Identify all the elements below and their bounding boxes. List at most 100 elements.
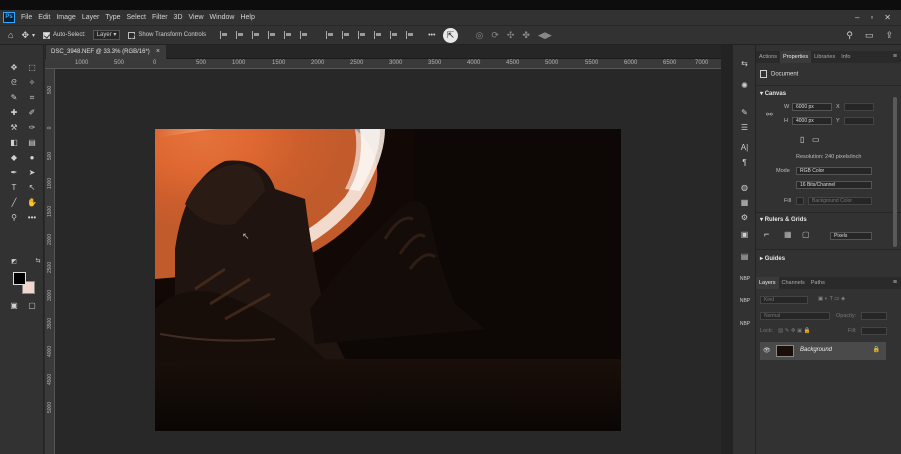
- nbp-action-label[interactable]: NBP: [737, 321, 753, 327]
- panel-collapse-strip[interactable]: [721, 45, 733, 454]
- nbp-action-label[interactable]: NBP: [737, 298, 753, 304]
- lock-icons[interactable]: ▨ ✎ ✥ ▣ 🔒: [778, 328, 811, 334]
- horizontal-ruler[interactable]: 1000 500 0 500 1000 1500 2000 2500 3000 …: [45, 59, 721, 69]
- history-icon[interactable]: ⇆: [738, 59, 751, 69]
- menu-image[interactable]: Image: [56, 14, 75, 21]
- filter-icons[interactable]: ▣ ◐ T ▭ ◈: [818, 296, 845, 302]
- search-icon[interactable]: ⚲: [846, 30, 853, 41]
- menu-type[interactable]: Type: [105, 14, 120, 21]
- 3d-roll-icon[interactable]: ⟳: [491, 30, 499, 41]
- default-colors-icon[interactable]: ◩: [8, 257, 20, 267]
- swap-colors-icon[interactable]: ⇆: [32, 256, 44, 266]
- distribute-middle-icon[interactable]: [342, 31, 350, 39]
- pop-out-icon[interactable]: ⇱: [443, 28, 458, 43]
- navigator-icon[interactable]: ▣: [738, 230, 751, 240]
- edit-toolbar-icon[interactable]: •••: [26, 213, 38, 223]
- restore-icon[interactable]: ▫: [870, 13, 873, 22]
- eyedropper-icon[interactable]: ✎: [8, 93, 20, 103]
- layer-row-background[interactable]: 👁 Background 🔒: [760, 342, 886, 360]
- more-options-button[interactable]: •••: [428, 32, 435, 39]
- visibility-eye-icon[interactable]: 👁: [763, 347, 771, 354]
- close-document-icon[interactable]: ×: [156, 45, 160, 59]
- clone-stamp-icon[interactable]: ⚒: [8, 123, 20, 133]
- vertical-ruler[interactable]: 500 0 500 1000 1500 2000 2500 3000 3500 …: [45, 69, 55, 454]
- landscape-orientation-icon[interactable]: ▭: [812, 135, 820, 144]
- tab-actions[interactable]: Actions: [756, 51, 780, 63]
- magic-wand-icon[interactable]: ✧: [26, 78, 38, 88]
- distribute-bottom-icon[interactable]: [358, 31, 366, 39]
- layer-kind-filter[interactable]: Kind: [760, 296, 808, 304]
- fill-dropdown[interactable]: Background Color: [808, 197, 872, 205]
- brush-settings-icon[interactable]: ✎: [738, 108, 751, 118]
- menu-help[interactable]: Help: [240, 14, 254, 21]
- tab-info[interactable]: Info: [838, 51, 853, 63]
- grid-toggle-icon[interactable]: ▦: [784, 230, 792, 239]
- character-icon[interactable]: A|: [738, 143, 751, 153]
- pen-tool-icon[interactable]: ✒: [8, 168, 20, 178]
- menu-3d[interactable]: 3D: [174, 14, 183, 21]
- transform-controls-checkbox[interactable]: [128, 31, 136, 39]
- 3d-pan-icon[interactable]: ✣: [507, 30, 515, 41]
- gradients-icon[interactable]: ▦: [738, 198, 751, 208]
- distribute-left-icon[interactable]: [374, 31, 382, 39]
- direct-select-icon[interactable]: ↖: [26, 183, 38, 193]
- blend-mode-dropdown[interactable]: Normal: [760, 312, 830, 320]
- align-middle-icon[interactable]: [284, 31, 292, 39]
- 3d-orbit-icon[interactable]: ◎: [475, 30, 483, 41]
- line-tool-icon[interactable]: ╱: [8, 198, 20, 208]
- marquee-tool-icon[interactable]: ⬚: [26, 63, 38, 73]
- nbp-action-label[interactable]: NBP: [737, 276, 753, 282]
- swatches-icon[interactable]: ◍: [738, 183, 751, 193]
- y-field[interactable]: [844, 117, 874, 125]
- menu-view[interactable]: View: [189, 14, 204, 21]
- patterns-icon[interactable]: ⚙: [738, 213, 751, 223]
- tab-paths[interactable]: Paths: [808, 277, 828, 289]
- document-tab[interactable]: DSC_3948.NEF @ 33.3% (RGB/16*) ×: [46, 45, 166, 59]
- dodge-tool-icon[interactable]: ●: [26, 153, 38, 163]
- menu-file[interactable]: File: [21, 14, 32, 21]
- brush-tool-icon[interactable]: ✐: [26, 108, 38, 118]
- guides-section-title[interactable]: ▸ Guides: [760, 255, 785, 262]
- blur-tool-icon[interactable]: ◆: [8, 153, 20, 163]
- crop-tool-icon[interactable]: ⌗: [26, 93, 38, 103]
- align-right-icon[interactable]: [252, 31, 260, 39]
- properties-scrollbar[interactable]: [893, 97, 897, 247]
- history-brush-icon[interactable]: ✑: [26, 123, 38, 133]
- menu-layer[interactable]: Layer: [82, 14, 100, 21]
- 3d-scale-icon[interactable]: ◀▶: [538, 30, 552, 41]
- minimize-icon[interactable]: –: [855, 13, 859, 22]
- align-top-icon[interactable]: [268, 31, 276, 39]
- share-icon[interactable]: ⇪: [885, 30, 893, 41]
- distribute-top-icon[interactable]: [326, 31, 334, 39]
- auto-select-dropdown[interactable]: Layer ▾: [92, 30, 121, 40]
- zoom-tool-icon[interactable]: ⚲: [8, 213, 20, 223]
- close-icon[interactable]: ✕: [884, 13, 891, 22]
- panel-menu-icon[interactable]: ≡: [893, 51, 897, 63]
- info-icon[interactable]: ▤: [738, 252, 751, 262]
- opacity-field[interactable]: [861, 312, 887, 320]
- gradient-icon[interactable]: ▤: [26, 138, 38, 148]
- paragraph-icon[interactable]: ¶: [738, 158, 751, 168]
- adjustments-icon[interactable]: ✺: [738, 81, 751, 91]
- auto-select-checkbox[interactable]: [43, 31, 50, 39]
- tab-channels[interactable]: Channels: [779, 277, 808, 289]
- ruler-units-dropdown[interactable]: Pixels: [830, 232, 872, 240]
- ruler-toggle-icon[interactable]: ⌐: [764, 229, 769, 239]
- portrait-orientation-icon[interactable]: ▯: [800, 135, 804, 144]
- tab-libraries[interactable]: Libraries: [811, 51, 838, 63]
- distribute-center-icon[interactable]: [390, 31, 398, 39]
- path-select-icon[interactable]: ➤: [26, 168, 38, 178]
- home-icon[interactable]: ⌂: [8, 30, 13, 40]
- quick-mask-icon[interactable]: ▣: [8, 301, 20, 311]
- foreground-color-swatch[interactable]: [13, 272, 26, 285]
- x-field[interactable]: [844, 103, 874, 111]
- align-center-icon[interactable]: [236, 31, 244, 39]
- rulers-grids-section-title[interactable]: ▾ Rulers & Grids: [760, 216, 807, 223]
- screen-mode-icon[interactable]: ▢: [26, 301, 38, 311]
- tab-properties[interactable]: Properties: [780, 51, 812, 63]
- layers-menu-icon[interactable]: ≡: [893, 277, 897, 289]
- menu-window[interactable]: Window: [210, 14, 235, 21]
- spot-healing-icon[interactable]: ✚: [8, 108, 20, 118]
- guides-toggle-icon[interactable]: ▢: [802, 230, 810, 239]
- move-tool-icon[interactable]: ✥: [8, 63, 20, 73]
